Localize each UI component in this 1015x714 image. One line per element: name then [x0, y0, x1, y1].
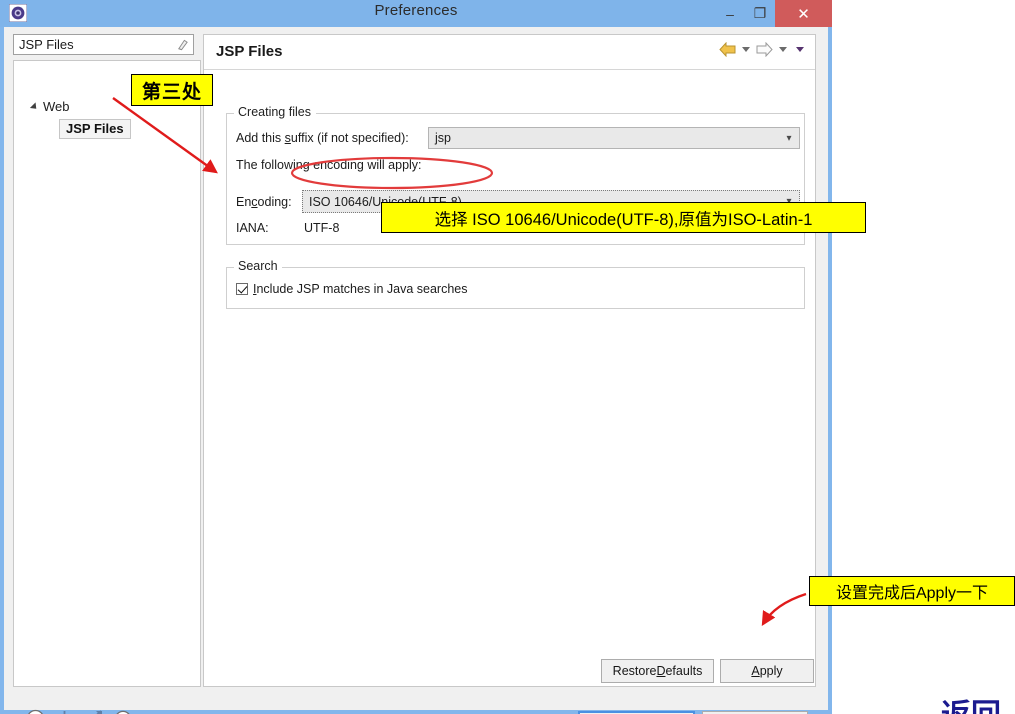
filter-input-value: JSP Files — [19, 37, 74, 52]
group-border-left — [226, 113, 234, 114]
window-titlebar[interactable]: Preferences – ❐ ✕ — [0, 0, 832, 27]
search-group-border-left — [226, 267, 234, 268]
preferences-tree[interactable]: Web JSP Files — [13, 60, 201, 687]
preferences-dialog: Preferences – ❐ ✕ JSP Files Web JSP File… — [0, 0, 832, 714]
search-group-title: Search — [234, 259, 282, 273]
iana-label: IANA: — [236, 221, 269, 235]
export-icon[interactable] — [84, 709, 105, 714]
restore-defaults-button[interactable]: Restore Defaults — [601, 659, 714, 683]
iana-value: UTF-8 — [304, 221, 340, 235]
back-arrow-icon[interactable] — [719, 42, 736, 57]
footer-icon-group: ? — [26, 709, 132, 714]
tree-item-jsp-files-label: JSP Files — [66, 121, 124, 136]
content-nav-buttons — [719, 42, 807, 57]
back-menu-chevron-down-icon[interactable] — [742, 47, 750, 52]
suffix-chevron-down-icon[interactable]: ▾ — [779, 133, 799, 144]
encoding-label: Encoding: — [236, 195, 292, 209]
annotation-encoding-note: 选择 ISO 10646/Unicode(UTF-8),原值为ISO-Latin… — [381, 202, 866, 233]
help-icon[interactable]: ? — [26, 709, 45, 714]
annotation-marker-label: 第三处 — [131, 74, 213, 106]
filter-input[interactable]: JSP Files — [13, 34, 194, 55]
page-title: JSP Files — [216, 43, 283, 60]
view-menu-chevron-down-icon[interactable] — [796, 47, 804, 52]
annotation-apply-note: 设置完成后Apply一下 — [809, 576, 1015, 606]
forward-menu-chevron-down-icon[interactable] — [779, 47, 787, 52]
bottom-text-fragment: 返回 — [941, 690, 1001, 714]
encoding-note-label: The following encoding will apply: — [236, 158, 422, 172]
group-border-right — [316, 113, 805, 114]
record-icon[interactable] — [114, 710, 132, 714]
tree-item-web-label: Web — [43, 99, 70, 114]
tree-item-jsp-files[interactable]: JSP Files — [59, 119, 131, 139]
screenshot-root: Preferences – ❐ ✕ JSP Files Web JSP File… — [0, 0, 1015, 714]
eraser-icon[interactable] — [176, 38, 189, 52]
include-jsp-matches-label: Include JSP matches in Java searches — [253, 282, 468, 296]
include-jsp-matches-checkbox-row[interactable]: Include JSP matches in Java searches — [236, 282, 467, 296]
window-maximize-button[interactable]: ❐ — [745, 0, 775, 27]
import-icon[interactable] — [54, 709, 75, 714]
suffix-combobox-value: jsp — [435, 131, 451, 145]
forward-arrow-icon[interactable] — [756, 42, 773, 57]
window-close-button[interactable]: ✕ — [775, 0, 832, 27]
tree-item-web[interactable]: Web — [29, 99, 70, 114]
search-group-border-right — [281, 267, 805, 268]
expander-arrow-icon[interactable] — [29, 101, 40, 112]
suffix-label: Add this suffix (if not specified): — [236, 131, 409, 145]
dialog-body: JSP Files Web JSP Files JSP Files Creati… — [4, 27, 828, 714]
include-jsp-matches-checkbox[interactable] — [236, 283, 248, 295]
creating-files-group-title: Creating files — [234, 105, 315, 119]
content-header: JSP Files — [204, 35, 815, 70]
window-title: Preferences — [374, 2, 458, 19]
suffix-combobox[interactable]: jsp ▾ — [428, 127, 800, 149]
apply-button[interactable]: Apply — [720, 659, 814, 683]
window-minimize-button[interactable]: – — [715, 0, 745, 27]
